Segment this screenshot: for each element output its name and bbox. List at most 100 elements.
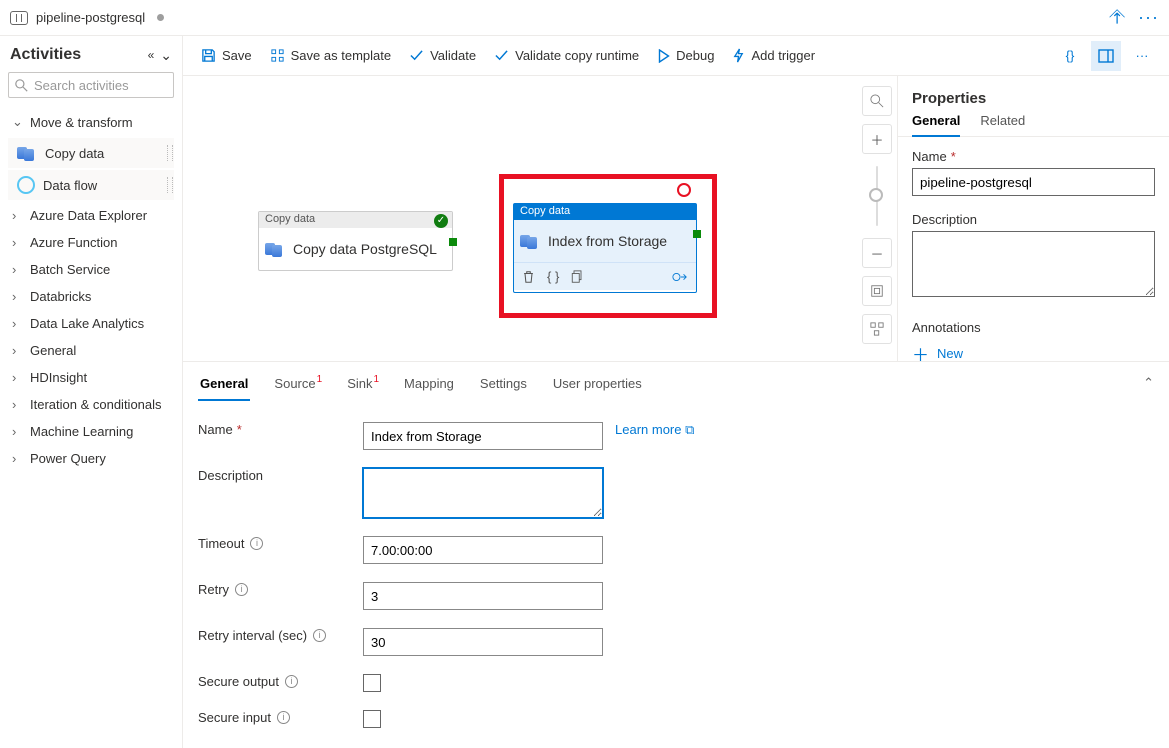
secure-input-label: Secure input [198,710,271,725]
info-icon[interactable]: i [235,583,248,596]
code-view-icon[interactable]: {} [1055,41,1085,71]
node-type: Copy data [259,212,452,228]
expand-icon[interactable]: ⇱ [1106,8,1126,28]
save-button[interactable]: Save [195,44,258,67]
node-copy-postgresql[interactable]: Copy data Copy data PostgreSQL ✓ [258,211,453,271]
category-item[interactable]: ›HDInsight [4,364,178,391]
save-template-button[interactable]: Save as template [264,44,397,67]
detail-tab-mapping[interactable]: Mapping [402,376,456,391]
zoom-controls: ＋ － [857,76,897,361]
clone-icon[interactable] [571,270,584,284]
code-icon[interactable]: { } [547,269,559,284]
run-next-icon[interactable] [672,271,688,283]
toolbar-more-icon[interactable]: ··· [1127,41,1157,71]
pipeline-title: pipeline-postgresql [36,10,145,25]
node-toolbar: { } [514,262,696,290]
category-item[interactable]: ›Machine Learning [4,418,178,445]
secure-input-checkbox[interactable] [363,710,381,728]
title-bar: pipeline-postgresql ⇱ ··· [0,0,1169,36]
category-item[interactable]: ›Azure Function [4,229,178,256]
learn-more-link[interactable]: Learn more ⧉ [615,422,694,438]
tab-general[interactable]: General [912,113,960,136]
search-icon [15,79,28,92]
category-move-transform[interactable]: ⌄Move & transform [4,108,178,136]
search-placeholder: Search activities [34,78,129,93]
prop-name-input[interactable] [912,168,1155,196]
panel-settings-icon[interactable]: ⌄ [160,47,172,64]
copy-data-icon [520,233,540,249]
dirty-indicator-icon [157,14,164,21]
form-timeout-label: Timeout [198,536,244,551]
properties-toggle-icon[interactable] [1091,41,1121,71]
highlight-circle-icon [677,183,691,197]
detail-tab-source[interactable]: Source1 [272,376,323,391]
collapse-detail-icon[interactable]: ⌃ [1143,375,1154,391]
activity-data-flow[interactable]: Data flow [8,170,174,200]
info-icon[interactable]: i [313,629,326,642]
properties-panel: Properties General Related Name* Descrip… [897,76,1169,361]
node-label: Copy data PostgreSQL [293,241,437,257]
category-item[interactable]: ›Databricks [4,283,178,310]
annotations-label: Annotations [912,320,1155,335]
detail-tab-general[interactable]: General [198,376,250,391]
validate-button[interactable]: Validate [403,44,482,67]
autolayout-icon[interactable] [862,314,892,344]
category-item[interactable]: ›Data Lake Analytics [4,310,178,337]
validate-copy-button[interactable]: Validate copy runtime [488,44,645,67]
category-item[interactable]: ›Azure Data Explorer [4,202,178,229]
form-retry-input[interactable] [363,582,603,610]
info-icon[interactable]: i [285,675,298,688]
activity-copy-data[interactable]: Copy data [8,138,174,168]
detail-tab-userprops[interactable]: User properties [551,376,644,391]
activities-panel: Activities « ⌄ Search activities ⌄Move &… [0,36,183,748]
form-timeout-input[interactable] [363,536,603,564]
detail-tab-sink[interactable]: Sink1 [345,376,380,391]
drag-handle-icon[interactable] [167,145,173,161]
category-item[interactable]: ›Batch Service [4,256,178,283]
tab-related[interactable]: Related [980,113,1025,136]
properties-heading: Properties [912,90,1155,107]
detail-tab-settings[interactable]: Settings [478,376,529,391]
category-item[interactable]: ›General [4,337,178,364]
zoom-thumb[interactable] [869,188,883,202]
prop-desc-label: Description [912,212,1155,227]
status-ok-icon: ✓ [434,214,448,228]
form-desc-input[interactable] [363,468,603,518]
form-name-input[interactable] [363,422,603,450]
pipeline-canvas[interactable]: Copy data Copy data PostgreSQL ✓ Copy da… [183,76,857,361]
activity-detail-panel: General Source1 Sink1 Mapping Settings U… [183,361,1169,748]
node-type: Copy data [514,204,696,220]
prop-name-label: Name* [912,149,1155,164]
zoom-in-button[interactable]: ＋ [862,124,892,154]
category-item[interactable]: ›Power Query [4,445,178,472]
zoom-out-button[interactable]: － [862,238,892,268]
pipeline-icon [10,11,28,25]
main-toolbar: Save Save as template Validate Validate … [183,36,1169,76]
form-retry-label: Retry [198,582,229,597]
fit-screen-icon[interactable] [862,276,892,306]
search-activities-input[interactable]: Search activities [8,72,174,98]
info-icon[interactable]: i [277,711,290,724]
info-icon[interactable]: i [250,537,263,550]
output-connector[interactable] [449,238,457,246]
prop-desc-input[interactable] [912,231,1155,297]
node-label: Index from Storage [548,233,667,249]
secure-output-label: Secure output [198,674,279,689]
zoom-slider[interactable] [876,166,878,226]
node-index-from-storage[interactable]: Copy data Index from Storage { } [513,203,697,293]
debug-button[interactable]: Debug [651,44,720,67]
drag-handle-icon[interactable] [167,177,173,193]
zoom-search-icon[interactable] [862,86,892,116]
form-retry-interval-label: Retry interval (sec) [198,628,307,643]
data-flow-icon [17,176,35,194]
form-name-label: Name [198,422,233,437]
more-icon[interactable]: ··· [1138,7,1159,28]
category-item[interactable]: ›Iteration & conditionals [4,391,178,418]
collapse-panel-icon[interactable]: « [148,48,155,62]
form-retry-interval-input[interactable] [363,628,603,656]
secure-output-checkbox[interactable] [363,674,381,692]
activities-heading: Activities [10,46,148,64]
delete-icon[interactable] [522,270,535,284]
add-trigger-button[interactable]: Add trigger [726,44,821,67]
output-connector[interactable] [693,230,701,238]
